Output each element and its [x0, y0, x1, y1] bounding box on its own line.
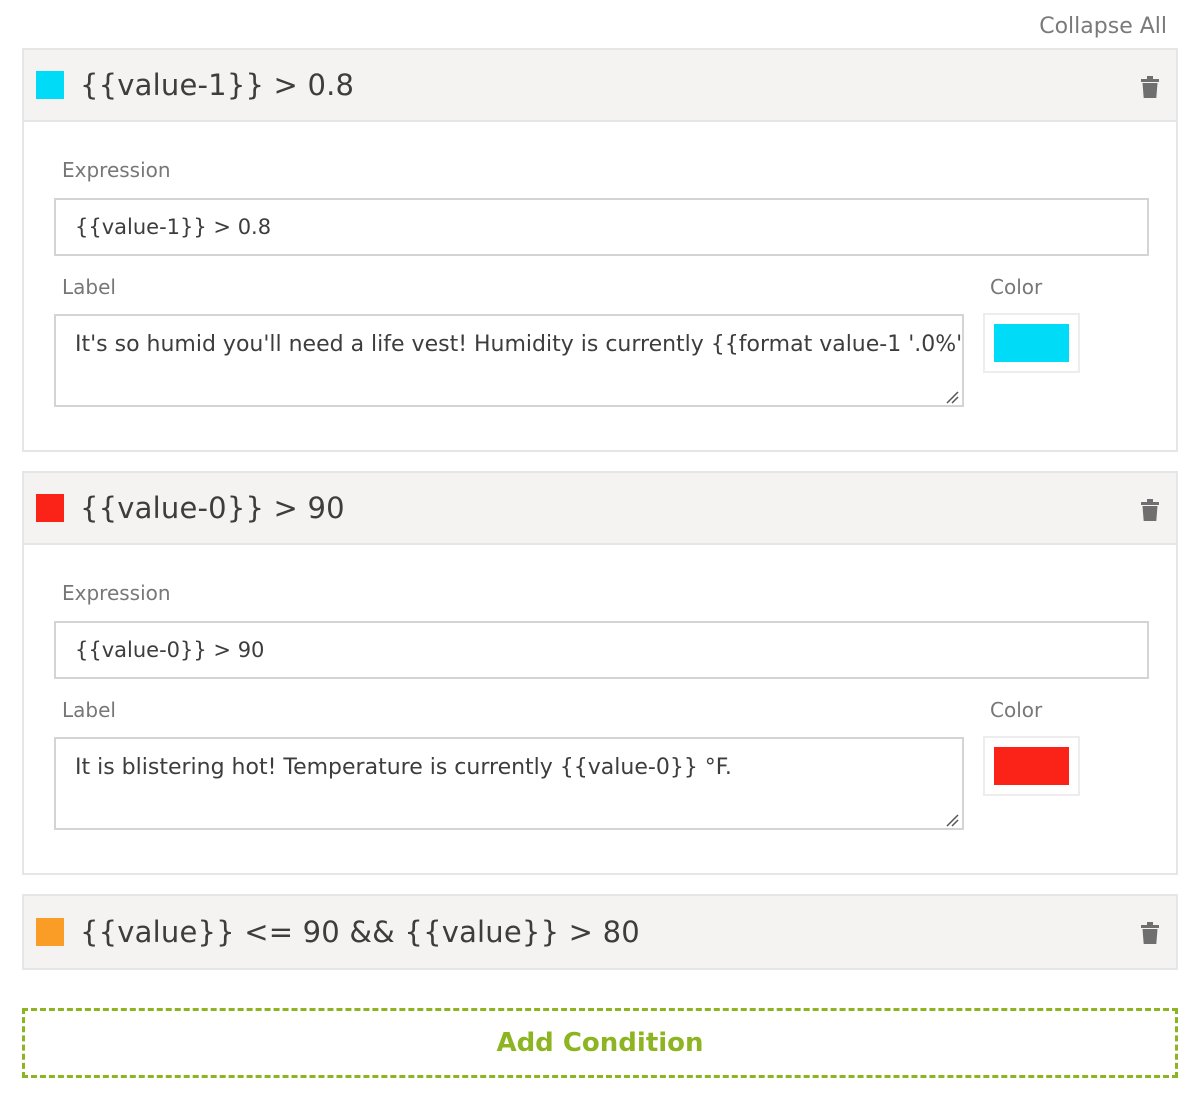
label-textarea[interactable]: It's so humid you'll need a life vest! H… [54, 314, 964, 407]
condition-card: {{value}} <= 90 && {{value}} > 80 [22, 894, 1178, 970]
expression-input[interactable] [54, 621, 1149, 679]
expression-input[interactable] [54, 198, 1149, 256]
condition-title: {{value-1}} > 0.8 [80, 68, 355, 102]
resize-grip-icon[interactable] [945, 390, 959, 404]
condition-color-swatch [36, 71, 64, 99]
condition-header[interactable]: {{value-0}} > 90 [24, 473, 1176, 545]
add-condition-button[interactable]: Add Condition [22, 1008, 1178, 1078]
trash-icon[interactable] [1140, 499, 1160, 521]
condition-color-swatch [36, 918, 64, 946]
expression-label: Expression [62, 158, 171, 182]
color-label: Color [990, 698, 1043, 722]
label-label: Label [62, 275, 116, 299]
condition-body: Expression Label It is blistering hot! T… [24, 545, 1176, 873]
condition-header[interactable]: {{value}} <= 90 && {{value}} > 80 [24, 896, 1176, 968]
condition-title: {{value-0}} > 90 [80, 491, 345, 525]
label-label: Label [62, 698, 116, 722]
color-label: Color [990, 275, 1043, 299]
condition-card: {{value-0}} > 90 Expression Label It is … [22, 471, 1178, 875]
condition-header[interactable]: {{value-1}} > 0.8 [24, 50, 1176, 122]
trash-icon[interactable] [1140, 76, 1160, 98]
condition-body: Expression Label It's so humid you'll ne… [24, 122, 1176, 450]
color-fill [994, 747, 1069, 785]
conditions-editor: Collapse All {{value-1}} > 0.8 Expressio… [0, 0, 1200, 1108]
collapse-all-button[interactable]: Collapse All [1039, 12, 1167, 42]
expression-label: Expression [62, 581, 171, 605]
color-picker[interactable] [983, 313, 1080, 373]
condition-card: {{value-1}} > 0.8 Expression Label It's … [22, 48, 1178, 452]
condition-color-swatch [36, 494, 64, 522]
color-fill [994, 324, 1069, 362]
condition-title: {{value}} <= 90 && {{value}} > 80 [80, 915, 640, 949]
color-picker[interactable] [983, 736, 1080, 796]
trash-icon[interactable] [1140, 922, 1160, 944]
label-textarea[interactable]: It is blistering hot! Temperature is cur… [54, 737, 964, 830]
resize-grip-icon[interactable] [945, 813, 959, 827]
